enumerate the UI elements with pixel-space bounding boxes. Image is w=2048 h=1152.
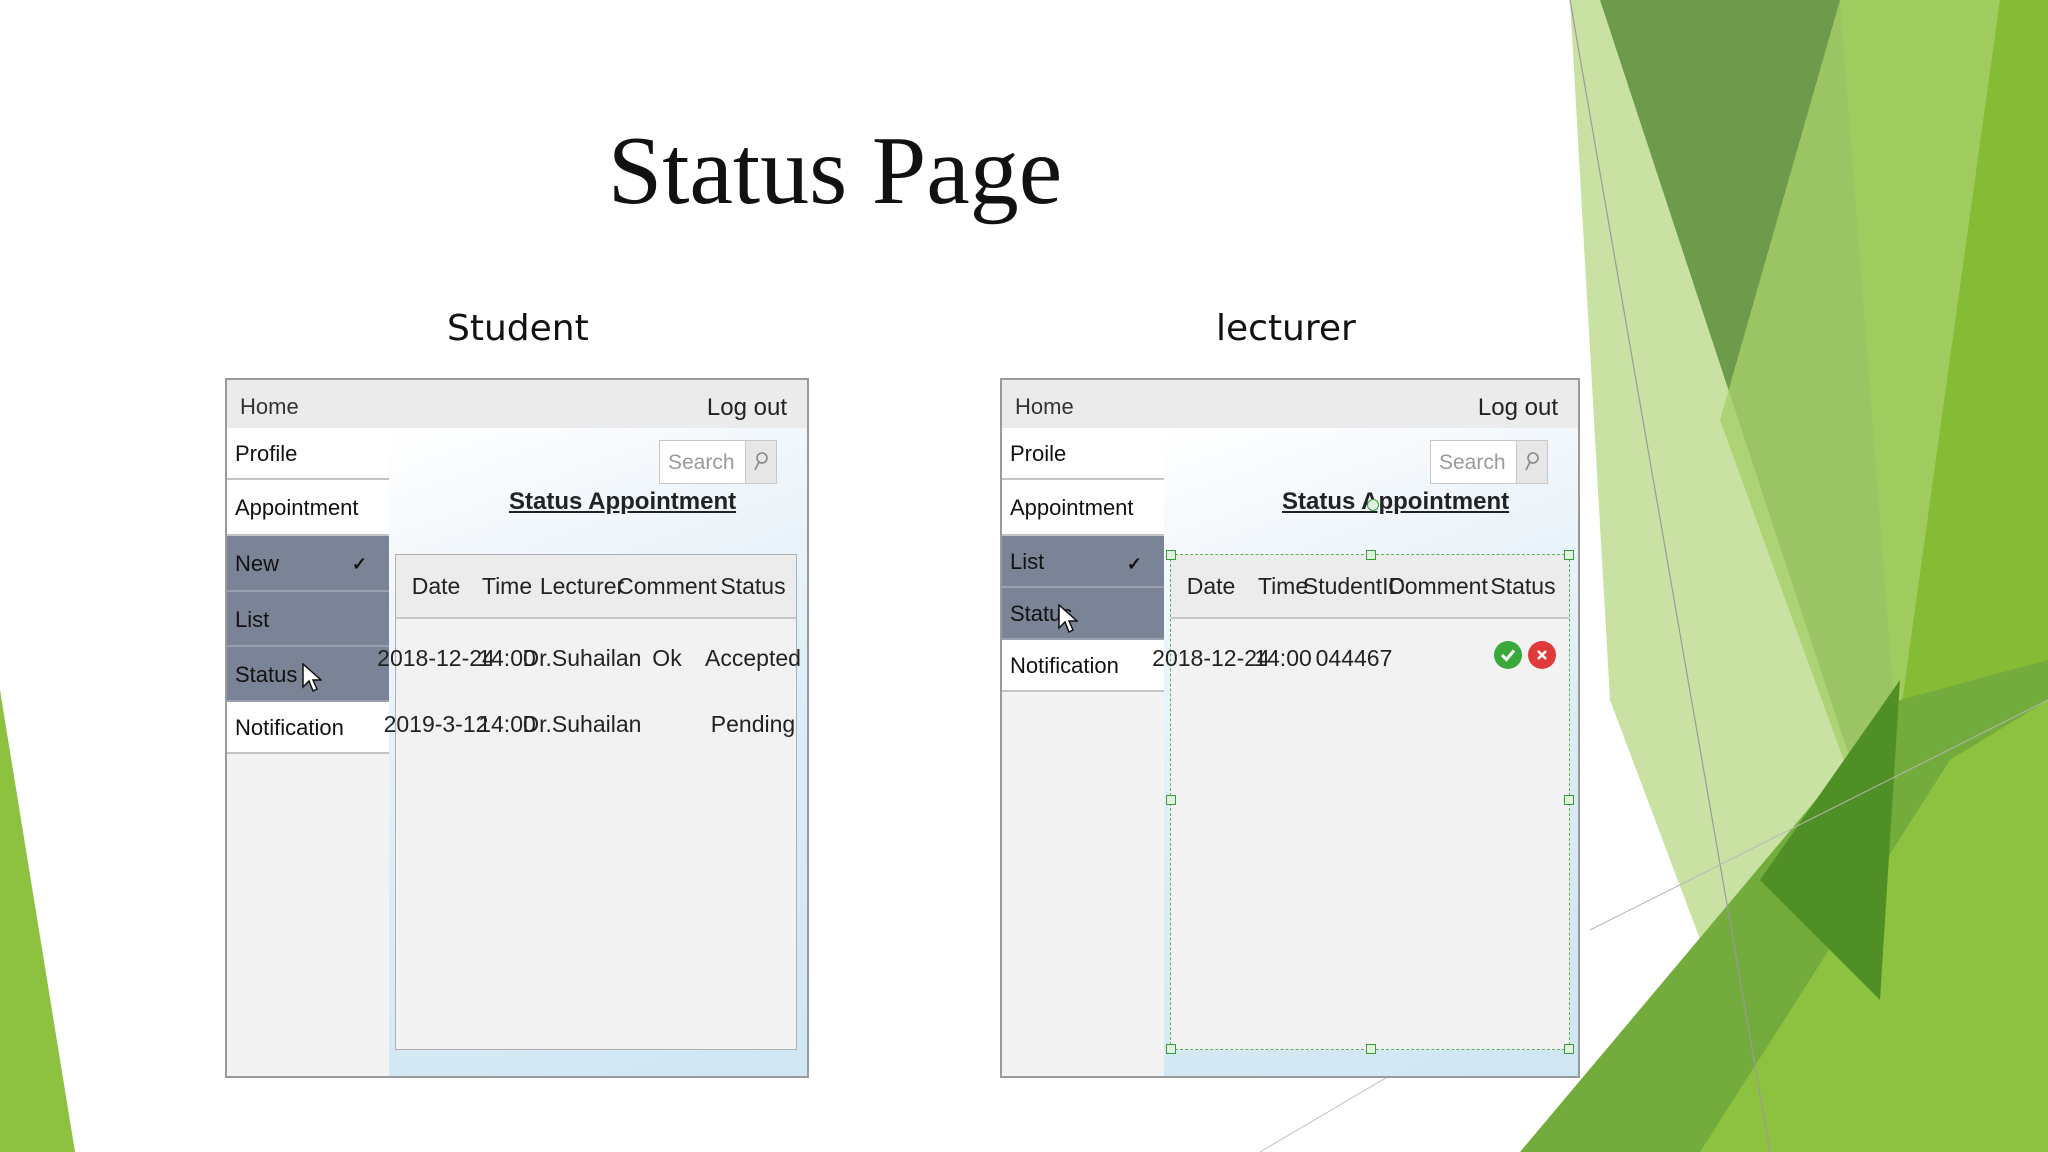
column-header: Date [1186, 573, 1236, 599]
status-cell: Pending [710, 711, 796, 737]
column-header: Time [481, 573, 533, 599]
search-button[interactable] [1516, 441, 1547, 483]
reject-button[interactable] [1528, 641, 1556, 669]
resize-handle[interactable] [1564, 795, 1574, 805]
chevron-down-icon: ✓ [351, 554, 367, 574]
search-icon [1525, 452, 1539, 471]
content-area: Search Status Appointment Date Time Lect… [377, 428, 807, 1076]
rotate-handle[interactable] [1367, 499, 1379, 511]
top-nav-bar: Home Log out [1002, 380, 1578, 430]
resize-handle[interactable] [1366, 550, 1376, 560]
table-header: Date Time StudentID Comment Status [1171, 555, 1569, 619]
table-row[interactable]: 2018-12-24 14:00 044467 [1152, 641, 1569, 685]
resize-handle[interactable] [1564, 550, 1574, 560]
column-header: Date [411, 573, 461, 599]
content-area: Search Status Appointment Date Time Stud… [1152, 428, 1578, 1076]
date-cell: 2018-12-24 [377, 645, 495, 671]
resize-handle[interactable] [1166, 795, 1176, 805]
search-placeholder: Search [668, 451, 735, 474]
sidebar-item-appointment[interactable]: Appointment ✓ [227, 480, 389, 574]
status-table: Date Time Lecturer Comment Status 2018-1… [377, 554, 801, 1050]
sidebar: Profile Appointment ✓ New List Status Not… [227, 428, 391, 1076]
lecturer-cell: Dr.Suhailan [522, 711, 642, 737]
column-header: Comment [1388, 573, 1488, 599]
sidebar-item-label: Profile [235, 441, 298, 466]
logout-link[interactable]: Log out [707, 394, 787, 422]
accept-button[interactable] [1494, 641, 1522, 669]
home-link[interactable]: Home [1015, 394, 1074, 420]
sidebar-item-label: Status [235, 662, 298, 687]
column-header: Lecturer [539, 573, 625, 599]
column-header: Status [720, 573, 786, 599]
search-button[interactable] [745, 441, 776, 483]
close-icon [1537, 650, 1547, 660]
status-cell: Accepted [705, 645, 801, 671]
sidebar-item-label: Proile [1010, 441, 1067, 466]
logout-link[interactable]: Log out [1478, 394, 1558, 422]
lecturer-caption: lecturer [1216, 308, 1356, 349]
date-cell: 2018-12-24 [1152, 645, 1270, 671]
mouse-cursor-icon [302, 663, 322, 693]
sidebar-item-profile[interactable]: Profile [227, 428, 389, 480]
sidebar-item-profile[interactable]: Proile [1002, 428, 1164, 480]
lecturer-status-screen: Home Log out Proile Appointment ✓ List St… [1000, 378, 1580, 1078]
resize-handle[interactable] [1564, 1044, 1574, 1054]
table-row[interactable]: 2019-3-12 14:00 Dr.Suhailan Pending [384, 711, 796, 747]
sidebar: Proile Appointment ✓ List Status Notifica… [1002, 428, 1166, 1076]
slide-title: Status Page [607, 117, 1063, 225]
search-placeholder: Search [1439, 451, 1506, 474]
check-icon [1500, 649, 1516, 662]
comment-cell: Ok [652, 645, 682, 671]
slide: Status Page Student lecturer Home Log ou… [0, 0, 2048, 1152]
sidebar-item-label: Appointment [235, 495, 359, 520]
page-heading: Status Appointment [1282, 488, 1510, 515]
chevron-down-icon: ✓ [1126, 554, 1142, 574]
time-cell: 14:00 [1254, 645, 1312, 671]
sidebar-item-list[interactable]: List [227, 592, 389, 647]
sidebar-item-label: List [1010, 549, 1045, 574]
sidebar-item-notification[interactable]: Notification [227, 702, 389, 754]
date-cell: 2019-3-12 [383, 711, 489, 737]
lecturer-cell: Dr.Suhailan [522, 645, 642, 671]
student-id-cell: 044467 [1315, 645, 1393, 671]
sidebar-item-status[interactable]: Status [1002, 588, 1164, 640]
search-input[interactable]: Search [659, 440, 777, 484]
top-nav-bar: Home Log out [227, 380, 807, 430]
sidebar-item-label: Notification [1010, 653, 1119, 678]
student-status-screen: Home Log out Profile Appointment ✓ New Li… [225, 378, 809, 1078]
page-heading: Status Appointment [509, 488, 737, 515]
table-header: Date Time Lecturer Comment Status [396, 555, 796, 619]
sidebar-item-label: New [235, 551, 280, 576]
sidebar-item-label: Appointment [1010, 495, 1134, 520]
home-link[interactable]: Home [240, 394, 299, 420]
search-icon [754, 452, 768, 471]
column-header: Time [1257, 573, 1309, 599]
sidebar-item-notification[interactable]: Notification [1002, 640, 1164, 692]
column-header: Comment [617, 573, 717, 599]
resize-handle[interactable] [1166, 1044, 1176, 1054]
status-table[interactable]: Date Time StudentID Comment Status 2018-… [1152, 499, 1574, 1054]
sidebar-item-label: List [235, 607, 270, 632]
student-caption: Student [447, 308, 589, 349]
resize-handle[interactable] [1366, 1044, 1376, 1054]
mouse-cursor-icon [1058, 604, 1078, 634]
table-row[interactable]: 2018-12-24 14:00 Dr.Suhailan Ok Accepted [377, 645, 801, 681]
sidebar-item-label: Notification [235, 715, 344, 740]
column-header: Status [1490, 573, 1556, 599]
search-input[interactable]: Search [1430, 440, 1548, 484]
sidebar-item-appointment[interactable]: Appointment ✓ [1002, 480, 1164, 574]
resize-handle[interactable] [1166, 550, 1176, 560]
